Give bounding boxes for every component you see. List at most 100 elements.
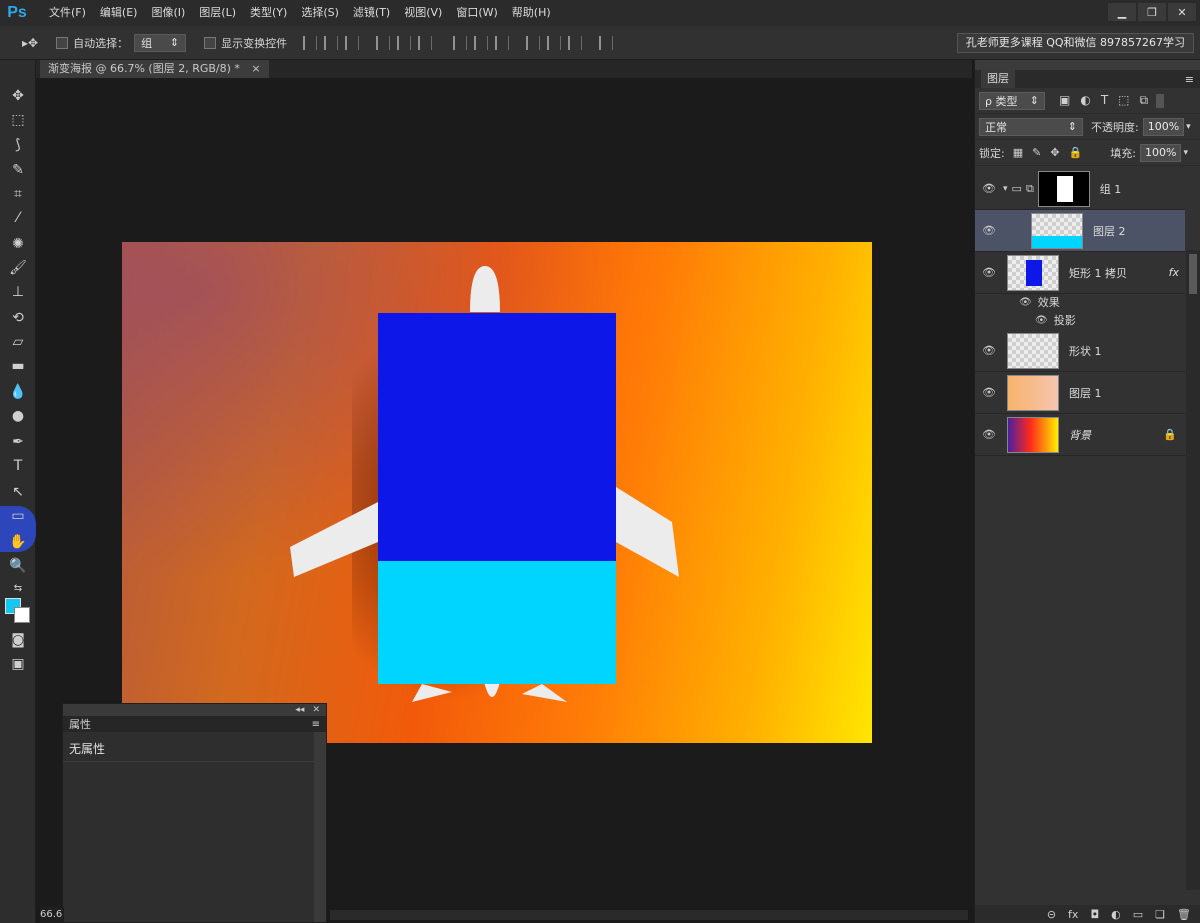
layer-name[interactable]: 图层 1 (1069, 385, 1102, 401)
align-hcenter-icon[interactable] (397, 35, 412, 50)
add-mask-icon[interactable]: ◘ (1090, 908, 1099, 921)
align-vcenter-icon[interactable] (324, 35, 339, 50)
adjustment-filter-icon[interactable]: ◐ (1080, 93, 1090, 108)
layer-thumbnail[interactable] (1007, 332, 1059, 369)
distribute-hcenter-icon[interactable] (547, 35, 562, 50)
link-layers-icon[interactable]: ⊝ (1047, 908, 1056, 921)
hand-tool-icon[interactable]: ✋ (8, 532, 28, 552)
move-tool-icon[interactable]: ✥ (8, 86, 28, 106)
layer-name[interactable]: 图层 2 (1093, 223, 1126, 239)
filter-toggle-icon[interactable] (1156, 93, 1165, 108)
filter-type-dropdown[interactable]: ρ 类型 ⇕ (979, 91, 1045, 110)
visibility-eye-icon[interactable]: 👁 (975, 344, 1003, 357)
history-brush-tool-icon[interactable]: ⟲ (8, 308, 28, 328)
new-layer-icon[interactable]: ❏ (1155, 908, 1165, 921)
align-left-icon[interactable] (376, 35, 391, 50)
layer-name[interactable]: 形状 1 (1069, 343, 1102, 359)
swap-colors-icon[interactable]: ⇆ (8, 578, 28, 598)
lock-pixels-icon[interactable]: ✎ (1032, 146, 1041, 159)
layer-1[interactable]: 👁 图层 1 (975, 372, 1185, 414)
scrollbar-thumb[interactable] (1189, 254, 1197, 294)
menu-select[interactable]: 选择(S) (294, 0, 346, 26)
distribute-top-icon[interactable] (453, 35, 468, 50)
layers-scrollbar[interactable] (1186, 250, 1200, 890)
align-top-icon[interactable] (303, 35, 318, 50)
layer-group-1[interactable]: 👁 ▾ ▭ ⧉ 组 1 (975, 168, 1185, 210)
layer-thumbnail[interactable] (1007, 374, 1059, 411)
layer-2[interactable]: 👁 图层 2 (975, 210, 1185, 252)
menu-type[interactable]: 类型(Y) (243, 0, 294, 26)
layer-name[interactable]: 矩形 1 拷贝 (1069, 265, 1127, 281)
opacity-input[interactable]: 100% (1142, 117, 1185, 136)
panel-menu-icon[interactable]: ≡ (1185, 73, 1194, 86)
distribute-left-icon[interactable] (526, 35, 541, 50)
align-bottom-icon[interactable] (345, 35, 360, 50)
background-color-swatch[interactable] (14, 607, 30, 623)
menu-filter[interactable]: 滤镜(T) (346, 0, 397, 26)
blend-mode-dropdown[interactable]: 正常 ⇕ (979, 117, 1083, 136)
marquee-tool-icon[interactable]: ⬚ (8, 110, 28, 130)
panel-menu-icon[interactable]: ≡ (312, 719, 320, 730)
visibility-eye-icon[interactable]: 👁 (975, 224, 1003, 237)
distribute-bottom-icon[interactable] (495, 35, 510, 50)
blur-tool-icon[interactable]: 💧 (8, 382, 28, 402)
close-panel-icon[interactable]: ✕ (312, 704, 320, 716)
rectangle-blue[interactable] (378, 313, 616, 561)
lock-transparent-icon[interactable]: ▦ (1013, 146, 1023, 159)
quick-mask-icon[interactable]: ◙ (8, 630, 28, 650)
type-tool-icon[interactable]: T (8, 456, 28, 476)
zoom-level[interactable]: 66.6 (40, 907, 64, 923)
layer-shape-1[interactable]: 👁 形状 1 (975, 330, 1185, 372)
pen-tool-icon[interactable]: ✒ (8, 432, 28, 452)
horizontal-scrollbar[interactable] (330, 910, 968, 920)
auto-select-toggle[interactable]: 自动选择： (56, 35, 128, 51)
document-tab-close-icon[interactable]: × (251, 62, 260, 75)
link-icon[interactable]: ⧉ (1026, 182, 1034, 196)
distribute-right-icon[interactable] (568, 35, 583, 50)
add-style-icon[interactable]: fx (1068, 908, 1078, 921)
layer-thumbnail[interactable] (1007, 416, 1059, 453)
fill-input[interactable]: 100% (1139, 143, 1182, 162)
menu-image[interactable]: 图像(I) (144, 0, 192, 26)
pixel-filter-icon[interactable]: ▣ (1059, 93, 1070, 108)
poster-canvas[interactable] (122, 242, 872, 743)
chevron-down-icon[interactable]: ▾ (1183, 148, 1188, 158)
chevron-down-icon[interactable]: ▾ (1186, 122, 1191, 132)
auto-align-icon[interactable] (599, 35, 614, 50)
eyedropper-tool-icon[interactable]: ⁄ (8, 208, 28, 228)
menu-file[interactable]: 文件(F) (42, 0, 93, 26)
distribute-vcenter-icon[interactable] (474, 35, 489, 50)
quick-select-tool-icon[interactable]: ✎ (8, 160, 28, 180)
rectangle-tool-icon[interactable]: ▭ (8, 506, 28, 526)
clone-stamp-tool-icon[interactable]: ⊥ (8, 282, 28, 302)
visibility-eye-icon[interactable]: 👁 (975, 182, 1003, 195)
visibility-eye-icon[interactable]: 👁 (975, 386, 1003, 399)
lasso-tool-icon[interactable]: ⟆ (8, 135, 28, 155)
align-right-icon[interactable] (418, 35, 433, 50)
layer-background[interactable]: 👁 背景 🔒 (975, 414, 1185, 456)
visibility-eye-icon[interactable]: 👁 (1019, 297, 1032, 308)
lock-position-icon[interactable]: ✥ (1050, 146, 1059, 159)
new-group-icon[interactable]: ▭ (1133, 908, 1143, 921)
crop-tool-icon[interactable]: ⌗ (8, 184, 28, 204)
layer-mask-thumbnail[interactable] (1037, 170, 1090, 207)
delete-layer-icon[interactable]: 🗑 (1177, 908, 1191, 921)
auto-select-checkbox[interactable] (56, 36, 69, 49)
menu-view[interactable]: 视图(V) (397, 0, 449, 26)
properties-title[interactable]: 属性 (69, 716, 91, 732)
layer-name[interactable]: 组 1 (1100, 181, 1122, 197)
minimize-button[interactable]: ▁ (1108, 3, 1136, 21)
layer-rectangle-copy[interactable]: 👁 矩形 1 拷贝 fx (975, 252, 1185, 294)
shape-filter-icon[interactable]: ⬚ (1118, 93, 1129, 108)
path-select-tool-icon[interactable]: ↖ (8, 482, 28, 502)
type-filter-icon[interactable]: T (1101, 93, 1108, 108)
visibility-eye-icon[interactable]: 👁 (975, 266, 1003, 279)
layer-name[interactable]: 背景 (1069, 427, 1091, 443)
visibility-eye-icon[interactable]: 👁 (975, 428, 1003, 441)
show-transform-checkbox[interactable] (204, 36, 217, 49)
fx-icon[interactable]: fx (1169, 266, 1179, 279)
smart-object-filter-icon[interactable]: ⧉ (1140, 93, 1149, 108)
healing-brush-tool-icon[interactable]: ✺ (8, 234, 28, 254)
menu-edit[interactable]: 编辑(E) (93, 0, 145, 26)
show-transform-toggle[interactable]: 显示变换控件 (204, 35, 287, 51)
